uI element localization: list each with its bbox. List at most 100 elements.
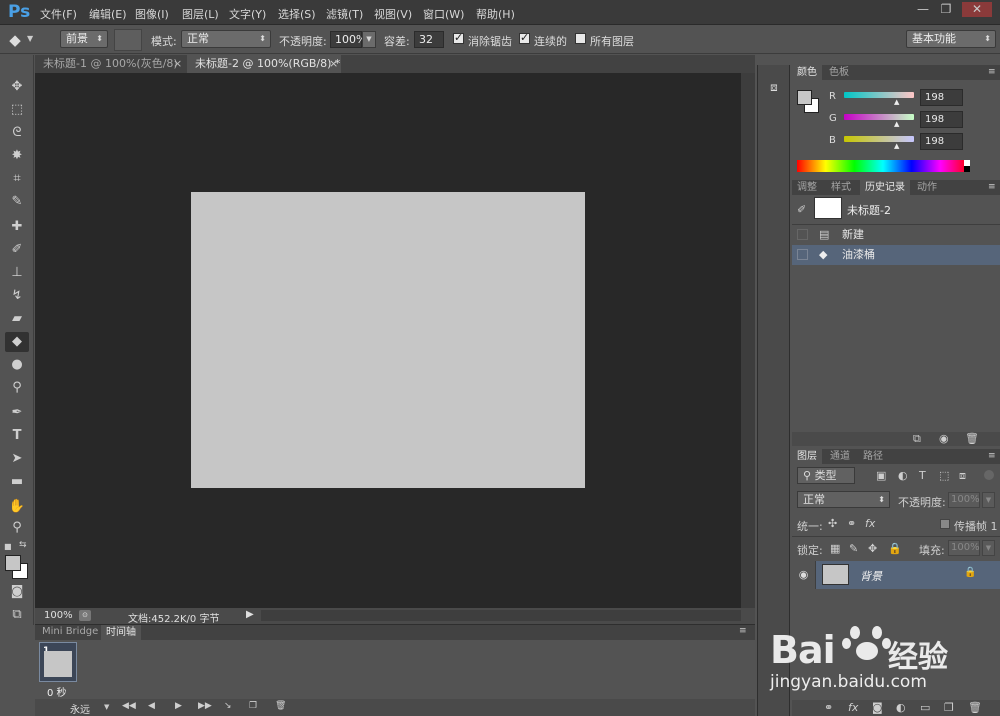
move-tool-icon[interactable]: ✥ bbox=[5, 77, 29, 97]
adjustment-layer-icon[interactable]: ◐ bbox=[896, 701, 906, 714]
restore-button[interactable]: ❐ bbox=[936, 2, 956, 17]
healing-brush-icon[interactable]: ✚ bbox=[5, 217, 29, 237]
tab-channels[interactable]: 通道 bbox=[825, 449, 855, 464]
all-layers-checkbox[interactable] bbox=[575, 33, 586, 44]
trash-icon[interactable]: 🗑 bbox=[968, 701, 982, 714]
menu-type[interactable]: 文字(Y) bbox=[229, 6, 266, 22]
new-layer-icon[interactable]: ❐ bbox=[944, 701, 954, 714]
tab-actions[interactable]: 动作 bbox=[912, 180, 942, 195]
tab-adjustments[interactable]: 调整 bbox=[792, 180, 822, 195]
paint-bucket-icon[interactable]: ◆ bbox=[4, 29, 26, 51]
minimize-button[interactable]: — bbox=[913, 2, 933, 17]
red-value[interactable]: 198 bbox=[920, 89, 963, 106]
rectangle-tool-icon[interactable]: ▬ bbox=[5, 472, 29, 492]
first-frame-icon[interactable]: ◀◀ bbox=[122, 701, 136, 711]
menu-edit[interactable]: 编辑(E) bbox=[89, 6, 127, 22]
history-brush-icon[interactable]: ↯ bbox=[5, 286, 29, 306]
loop-option[interactable]: 永远 bbox=[70, 701, 90, 716]
green-slider[interactable] bbox=[844, 114, 914, 120]
chevron-down-icon[interactable]: ▼ bbox=[982, 492, 995, 508]
opacity-field[interactable]: 100% bbox=[330, 31, 366, 48]
lock-position-icon[interactable]: ✥ bbox=[868, 542, 877, 555]
menu-view[interactable]: 视图(V) bbox=[374, 6, 412, 22]
play-icon[interactable]: ▶ bbox=[175, 701, 182, 711]
layer-row-background[interactable]: ◉ 背景 🔒 bbox=[792, 561, 1000, 589]
workspace-dropdown[interactable]: 基本功能 ⬍ bbox=[906, 30, 996, 48]
green-value[interactable]: 198 bbox=[920, 111, 963, 128]
contiguous-checkbox[interactable] bbox=[519, 31, 530, 44]
menu-filter[interactable]: 滤镜(T) bbox=[326, 6, 363, 22]
lock-pixels-icon[interactable]: ✎ bbox=[849, 542, 858, 555]
menu-file[interactable]: 文件(F) bbox=[40, 6, 77, 22]
screen-mode-icon[interactable]: ⧉ bbox=[5, 605, 29, 625]
tab-styles[interactable]: 样式 bbox=[826, 180, 856, 195]
hand-tool-icon[interactable]: ✋ bbox=[5, 497, 29, 517]
link-layers-icon[interactable]: ⚭ bbox=[824, 701, 833, 714]
tab-doc-2[interactable]: 未标题-2 @ 100%(RGB/8) * × bbox=[187, 55, 341, 73]
adjustment-filter-icon[interactable]: ◐ bbox=[898, 469, 908, 482]
menu-select[interactable]: 选择(S) bbox=[278, 6, 316, 22]
blue-slider-thumb[interactable]: ▲ bbox=[894, 142, 899, 150]
chevron-down-icon[interactable]: ▼ bbox=[982, 540, 995, 556]
type-filter-icon[interactable]: T bbox=[919, 469, 926, 482]
brush-tool-icon[interactable]: ✐ bbox=[5, 240, 29, 260]
zoom-level[interactable]: 100% bbox=[44, 610, 73, 621]
panel-menu-icon[interactable]: ≡ bbox=[988, 67, 996, 77]
menu-help[interactable]: 帮助(H) bbox=[476, 6, 515, 22]
fill-field[interactable]: 100% bbox=[948, 540, 980, 556]
close-icon[interactable]: × bbox=[329, 55, 338, 73]
panel-menu-icon[interactable]: ≡ bbox=[988, 182, 996, 192]
history-item-checkbox[interactable] bbox=[797, 229, 808, 240]
layer-name[interactable]: 背景 bbox=[860, 568, 882, 584]
pen-tool-icon[interactable]: ✒ bbox=[5, 403, 29, 423]
new-group-icon[interactable]: ▭ bbox=[920, 701, 930, 714]
tool-preset-arrow-icon[interactable]: ▼ bbox=[27, 34, 33, 43]
dodge-tool-icon[interactable]: ⚲ bbox=[5, 378, 29, 398]
play-arrow-icon[interactable]: ▶ bbox=[246, 609, 254, 620]
add-mask-icon[interactable]: ◙ bbox=[872, 701, 883, 714]
menu-layer[interactable]: 图层(L) bbox=[182, 6, 219, 22]
path-select-icon[interactable]: ➤ bbox=[5, 449, 29, 469]
paint-bucket-tool-icon[interactable]: ◆ bbox=[5, 332, 29, 352]
history-item-checkbox[interactable] bbox=[797, 249, 808, 260]
smart-object-filter-icon[interactable]: ⧈ bbox=[959, 469, 966, 483]
color-spectrum-bar[interactable] bbox=[797, 160, 969, 172]
lasso-tool-icon[interactable]: ᘓ bbox=[5, 123, 29, 143]
red-slider-thumb[interactable]: ▲ bbox=[894, 98, 899, 106]
green-slider-thumb[interactable]: ▲ bbox=[894, 120, 899, 128]
black-swatch[interactable] bbox=[964, 166, 970, 172]
properties-icon[interactable]: ⧈ bbox=[764, 77, 784, 97]
close-icon[interactable]: × bbox=[173, 55, 182, 73]
tolerance-field[interactable]: 32 bbox=[414, 31, 444, 48]
unify-position-icon[interactable]: ✣ bbox=[828, 517, 837, 530]
tab-color[interactable]: 颜色 bbox=[792, 65, 822, 80]
tab-history[interactable]: 历史记录 bbox=[860, 180, 910, 195]
marquee-tool-icon[interactable]: ⬚ bbox=[5, 100, 29, 120]
layer-opacity-field[interactable]: 100% bbox=[948, 492, 980, 508]
horizontal-scrollbar[interactable] bbox=[261, 610, 741, 621]
unify-style-icon[interactable]: fx bbox=[865, 517, 875, 530]
tab-swatches[interactable]: 色板 bbox=[824, 65, 854, 80]
fx-icon[interactable]: fx bbox=[848, 701, 858, 714]
duplicate-frame-icon[interactable]: ❐ bbox=[249, 701, 257, 711]
eraser-icon[interactable]: ▰ bbox=[5, 309, 29, 329]
propagate-checkbox[interactable] bbox=[940, 519, 950, 529]
tab-doc-1[interactable]: 未标题-1 @ 100%(灰色/8) × bbox=[35, 55, 185, 73]
history-item-paint-bucket[interactable]: ◆ 油漆桶 bbox=[792, 245, 1000, 265]
layer-filter-dropdown[interactable]: ⚲ 类型 bbox=[797, 467, 855, 484]
document-canvas[interactable] bbox=[191, 192, 585, 488]
zoom-tool-icon[interactable]: ⚲ bbox=[5, 518, 29, 538]
frame-1[interactable]: 1 bbox=[39, 642, 77, 682]
foreground-color-swatch[interactable] bbox=[5, 555, 21, 571]
trash-icon[interactable]: 🗑 bbox=[275, 701, 286, 711]
type-tool-icon[interactable]: T bbox=[5, 426, 29, 446]
next-frame-icon[interactable]: ▶▶ bbox=[198, 701, 212, 711]
blur-tool-icon[interactable]: ● bbox=[5, 355, 29, 375]
opacity-dropdown-icon[interactable]: ▼ bbox=[362, 31, 376, 48]
menu-image[interactable]: 图像(I) bbox=[135, 6, 169, 22]
pixel-filter-icon[interactable]: ▣ bbox=[876, 469, 886, 482]
crop-tool-icon[interactable]: ⌗ bbox=[5, 169, 29, 189]
tab-timeline[interactable]: 时间轴 bbox=[101, 625, 141, 641]
eye-icon[interactable]: ◉ bbox=[792, 561, 816, 589]
red-slider[interactable] bbox=[844, 92, 914, 98]
